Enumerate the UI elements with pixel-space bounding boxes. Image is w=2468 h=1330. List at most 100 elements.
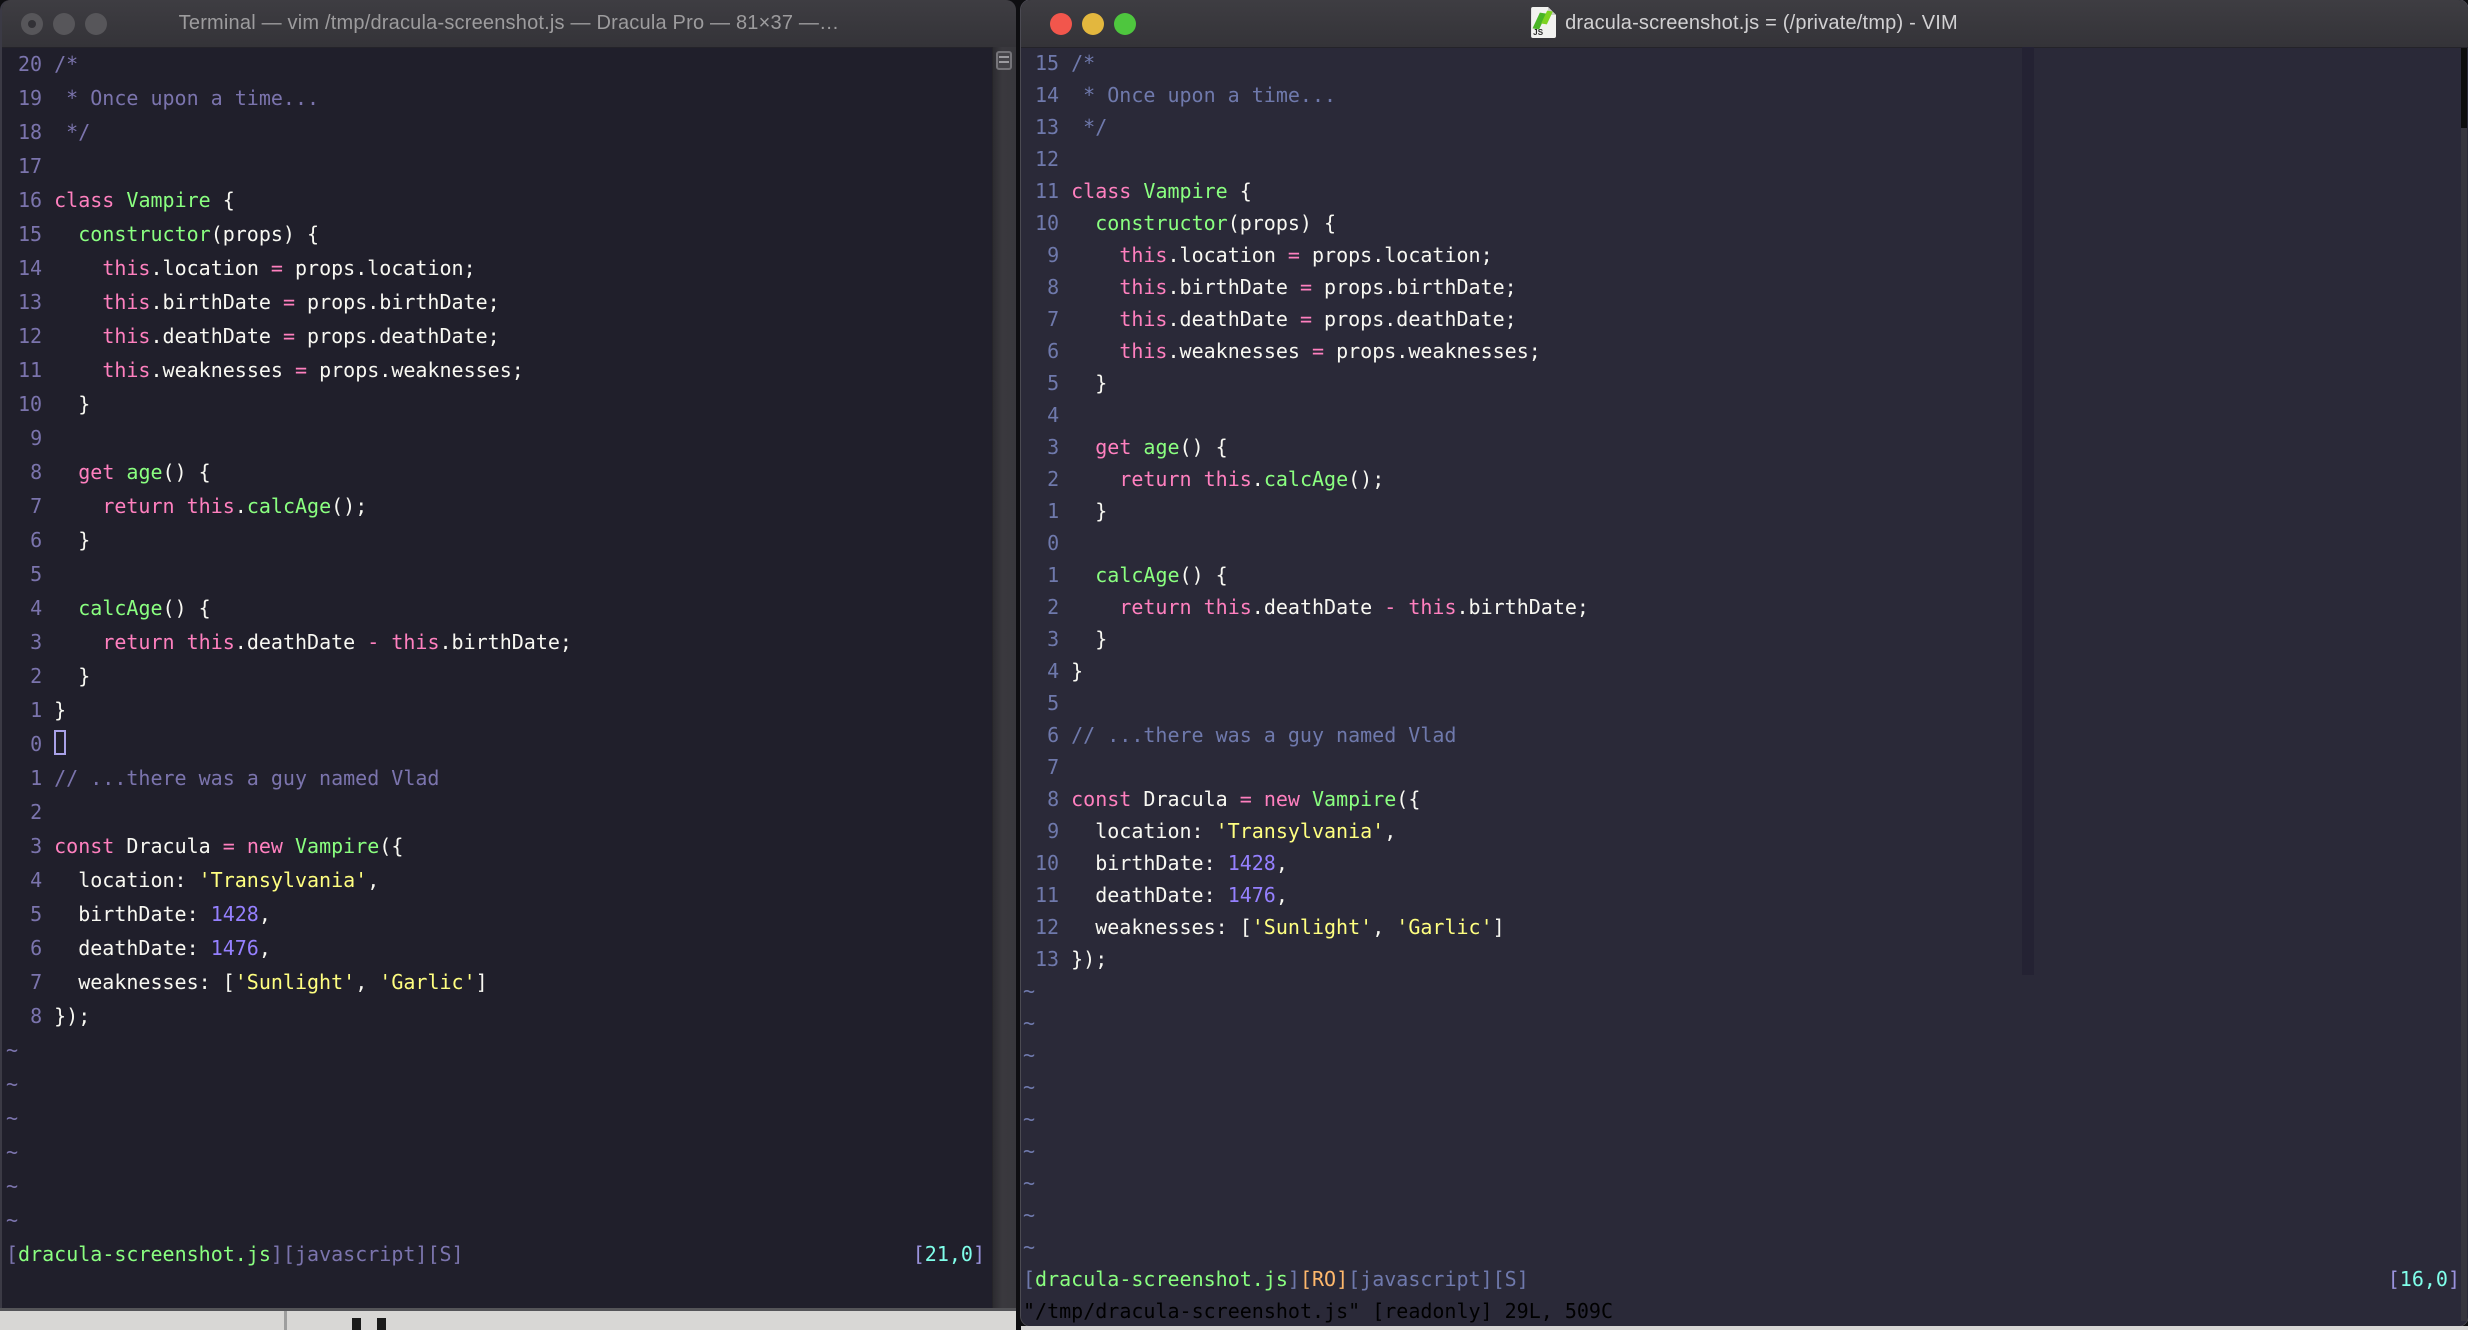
code-line: 1 calcAge() {: [1047, 563, 1228, 587]
code-line: 3 return this.deathDate - this.birthDate…: [30, 630, 572, 654]
tilde-line: ~: [6, 1174, 19, 1198]
tilde-line: ~: [1023, 1139, 1036, 1163]
code-line: 7: [1047, 755, 1060, 779]
code-line: 1// ...there was a guy named Vlad: [30, 766, 440, 790]
vim-buffer-left[interactable]: 20/* 19 * Once upon a time... 18 */ 17 16 cla…: [2, 47, 993, 1308]
code-line: 7 weaknesses: ['Sunlight', 'Garlic']: [30, 970, 488, 994]
tilde-line: ~: [1023, 1203, 1036, 1227]
terminal-window[interactable]: Terminal — vim /tmp/dracula-screenshot.j…: [0, 0, 1016, 1308]
vim-command-line: [6, 1271, 985, 1305]
code-line: 14 * Once upon a time...: [1035, 83, 1337, 107]
code-line: 1}: [30, 698, 67, 722]
statusline-right-cluster: [16,0]: [2387, 1267, 2460, 1291]
vim-command-line: "/tmp/dracula-screenshot.js" [readonly] …: [1023, 1299, 1614, 1323]
code-line: 0: [6, 727, 985, 761]
vim-cursor: [54, 730, 67, 755]
vim-window[interactable]: JS dracula-screenshot.js = (/private/tmp…: [1020, 0, 2468, 1327]
code-line: 12 weaknesses: ['Sunlight', 'Garlic']: [1035, 915, 1505, 939]
tilde-line: ~: [1023, 1235, 1036, 1259]
code-line: 4 calcAge() {: [30, 596, 211, 620]
background-glyph: [352, 1318, 361, 1330]
statusline-left-cluster: [dracula-screenshot.js][RO][javascript][…: [1023, 1267, 1529, 1291]
code-line: 10 constructor(props) {: [1035, 211, 1337, 235]
tilde-line: ~: [6, 1038, 19, 1062]
tilde-line: ~: [1023, 979, 1036, 1003]
code-line: 3 const Dracula = new Vampire({: [30, 834, 404, 858]
code-line: 12: [1035, 147, 1060, 171]
buffer: 20/* 19 * Once upon a time... 18 */ 17 16 cla…: [6, 47, 985, 1237]
code-line: 4 location: 'Transylvania',: [30, 868, 380, 892]
split-pane-icon[interactable]: [996, 51, 1012, 70]
vim-scrollbar-thumb[interactable]: [2461, 48, 2467, 128]
code-line: 5 birthDate: 1428,: [30, 902, 271, 926]
tilde-line: ~: [1023, 1043, 1036, 1067]
code-line: 13});: [1035, 947, 1108, 971]
vim-statusline: [dracula-screenshot.js][javascript][S] [2…: [6, 1237, 985, 1271]
code-line: 6 }: [30, 528, 91, 552]
code-line: 11 deathDate: 1476,: [1035, 883, 1288, 907]
code-line: 5: [30, 562, 43, 586]
js-document-icon: JS: [1531, 7, 1557, 38]
vim-buffer-right[interactable]: 15/* 14 * Once upon a time... 13 */ 12 11 cla…: [1021, 47, 2460, 1326]
vim-scrollbar-track[interactable]: [2461, 48, 2467, 1321]
code-line: 2 return this.deathDate - this.birthDate…: [1047, 595, 1589, 619]
code-line: 8 get age() {: [30, 460, 211, 484]
code-line: 15/*: [1035, 51, 1096, 75]
code-line: 8 this.birthDate = props.birthDate;: [1047, 275, 1517, 299]
code-line: 16 class Vampire {: [18, 188, 235, 212]
code-line: 13 this.birthDate = props.birthDate;: [18, 290, 500, 314]
code-line: 8 const Dracula = new Vampire({: [1047, 787, 1421, 811]
vim-statusline: [dracula-screenshot.js][RO][javascript][…: [1023, 1263, 2460, 1295]
code-line: 11 this.weaknesses = props.weaknesses;: [18, 358, 524, 382]
tilde-line: ~: [6, 1140, 19, 1164]
code-line: 15 constructor(props) {: [18, 222, 320, 246]
code-line: 2 return this.calcAge();: [1047, 467, 1385, 491]
code-line: 19 * Once upon a time...: [18, 86, 320, 110]
code-line: 18 */: [18, 120, 91, 144]
background-window-strip: [0, 1308, 1016, 1330]
background-glyph: [377, 1318, 386, 1330]
code-line: 14 this.location = props.location;: [18, 256, 476, 280]
code-line: 4}: [1047, 659, 1084, 683]
code-line: 4: [1047, 403, 1060, 427]
background-divider: [284, 1311, 287, 1330]
terminal-window-title: Terminal — vim /tmp/dracula-screenshot.j…: [178, 12, 840, 34]
code-line: 1 }: [1047, 499, 1108, 523]
code-line: 12 this.deathDate = props.deathDate;: [18, 324, 500, 348]
buffer: 15/* 14 * Once upon a time... 13 */ 12 11 cla…: [1023, 47, 2460, 1263]
desktop: Terminal — vim /tmp/dracula-screenshot.j…: [0, 0, 2468, 1330]
vim-titlebar[interactable]: JS dracula-screenshot.js = (/private/tmp…: [1021, 0, 2468, 48]
vim-window-title: dracula-screenshot.js = (/private/tmp) -…: [1565, 12, 1958, 34]
terminal-scrollbar[interactable]: [992, 47, 1016, 1308]
code-line: 20/*: [18, 52, 79, 76]
tilde-line: ~: [1023, 1011, 1036, 1035]
tilde-line: ~: [1023, 1075, 1036, 1099]
code-line: 5 }: [1047, 371, 1108, 395]
code-line: 6 this.weaknesses = props.weaknesses;: [1047, 339, 1541, 363]
code-line: 3 get age() {: [1047, 435, 1228, 459]
code-line: 7 this.deathDate = props.deathDate;: [1047, 307, 1517, 331]
background-window-strip: [1021, 1326, 2468, 1330]
code-line: 7 return this.calcAge();: [30, 494, 368, 518]
code-line: 0: [1047, 531, 1060, 555]
code-line: 9 this.location = props.location;: [1047, 243, 1493, 267]
code-line: 17: [18, 154, 43, 178]
code-line: 10 }: [18, 392, 91, 416]
tilde-line: ~: [1023, 1107, 1036, 1131]
tilde-line: ~: [6, 1072, 19, 1096]
code-line: 13 */: [1035, 115, 1108, 139]
code-line: 6// ...there was a guy named Vlad: [1047, 723, 1457, 747]
code-line: 9 location: 'Transylvania',: [1047, 819, 1397, 843]
terminal-titlebar[interactable]: Terminal — vim /tmp/dracula-screenshot.j…: [2, 0, 1016, 48]
code-line: 2 }: [30, 664, 91, 688]
tilde-line: ~: [6, 1106, 19, 1130]
code-line: 6 deathDate: 1476,: [30, 936, 271, 960]
statusline-right-cluster: [21,0]: [912, 1242, 985, 1266]
tilde-line: ~: [1023, 1171, 1036, 1195]
code-line: 2: [30, 800, 43, 824]
code-line: 5: [1047, 691, 1060, 715]
code-line: 8});: [30, 1004, 91, 1028]
code-line: 10 birthDate: 1428,: [1035, 851, 1288, 875]
code-line: 9: [30, 426, 43, 450]
code-line: 11 class Vampire {: [1035, 179, 1252, 203]
